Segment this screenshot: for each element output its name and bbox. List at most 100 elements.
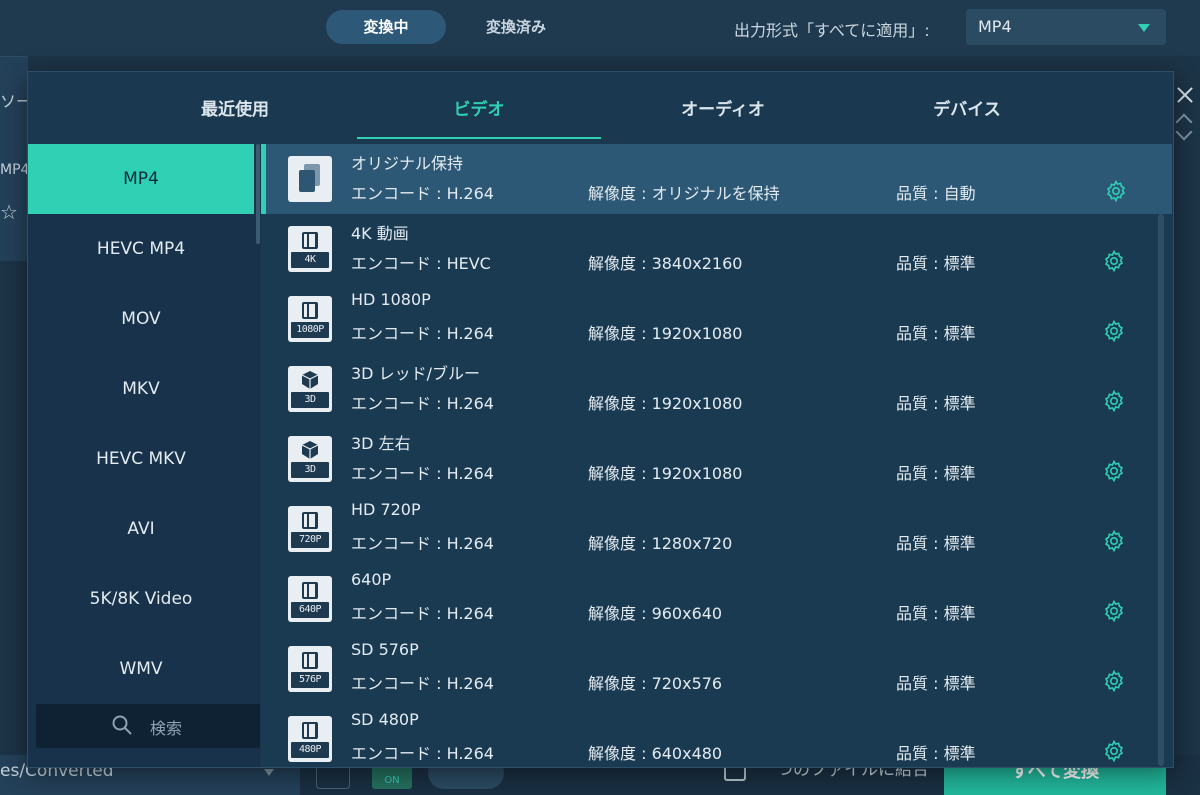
preset-row-hd-1080p[interactable]: 1080P HD 1080P エンコード : H.264 解像度 : 1920x… xyxy=(266,284,1144,354)
preset-encode: エンコード : H.264 xyxy=(351,534,494,553)
preset-resolution: 解像度 : 3840x2160 xyxy=(588,254,743,273)
sidebar-item-5k-8k-video[interactable]: 5K/8K Video xyxy=(28,564,254,634)
preset-list: オリジナル保持 エンコード : H.264 解像度 : オリジナルを保持 品質 … xyxy=(261,144,1173,767)
sidebar-item-mov[interactable]: MOV xyxy=(28,284,254,354)
preset-row-4k[interactable]: 4K 4K 動画 エンコード : HEVC 解像度 : 3840x2160 品質… xyxy=(266,214,1144,284)
tab-converted[interactable]: 変換済み xyxy=(456,10,576,44)
preset-resolution: 解像度 : 720x576 xyxy=(588,674,723,693)
gear-icon[interactable] xyxy=(1104,179,1128,203)
preset-encode: エンコード : H.264 xyxy=(351,464,494,483)
preset-row-3d-side-by-side[interactable]: 3D 3D 左右 エンコード : H.264 解像度 : 1920x1080 品… xyxy=(266,424,1144,494)
list-scrollbar[interactable] xyxy=(1158,214,1164,766)
source-label: ソー xyxy=(0,92,28,111)
preset-badge: 576P xyxy=(291,672,329,688)
original-icon xyxy=(288,156,332,202)
preset-row-3d-red-blue[interactable]: 3D 3D レッド/ブルー エンコード : H.264 解像度 : 1920x1… xyxy=(266,354,1144,424)
sidebar-item-mp4[interactable]: MP4 xyxy=(28,144,254,214)
tab-recent[interactable]: 最近使用 xyxy=(113,86,357,136)
preset-name: HD 1080P xyxy=(351,290,431,309)
preset-quality: 品質 : 標準 xyxy=(896,534,976,553)
tab-device[interactable]: デバイス xyxy=(845,86,1089,136)
gear-icon[interactable] xyxy=(1102,529,1126,553)
preset-resolution: 解像度 : 1280x720 xyxy=(588,534,733,553)
close-icon[interactable] xyxy=(1174,84,1196,106)
preset-name: 3D 左右 xyxy=(351,434,411,453)
preset-name: SD 480P xyxy=(351,710,419,729)
search-icon xyxy=(112,715,132,735)
preset-resolution: 解像度 : 1920x1080 xyxy=(588,324,743,343)
preset-name: HD 720P xyxy=(351,500,421,519)
preset-badge: 4K xyxy=(291,252,329,268)
format-tabs: 最近使用 ビデオ オーディオ デバイス xyxy=(28,72,1173,144)
preset-row-sd-480p[interactable]: 480P SD 480P エンコード : H.264 解像度 : 640x480… xyxy=(266,704,1144,767)
format-search-input[interactable]: 検索 xyxy=(36,704,260,748)
preset-quality: 品質 : 標準 xyxy=(896,394,976,413)
preset-name: オリジナル保持 xyxy=(351,154,464,173)
gear-icon[interactable] xyxy=(1102,599,1126,623)
preset-badge: 3D xyxy=(291,392,329,408)
preset-row-original[interactable]: オリジナル保持 エンコード : H.264 解像度 : オリジナルを保持 品質 … xyxy=(266,144,1172,214)
tab-converting[interactable]: 変換中 xyxy=(326,10,446,44)
gear-icon[interactable] xyxy=(1102,319,1126,343)
sidebar-item-hevc-mp4[interactable]: HEVC MP4 xyxy=(28,214,254,284)
preset-row-640p[interactable]: 640P 640P エンコード : H.264 解像度 : 960x640 品質… xyxy=(266,564,1144,634)
preset-resolution: 解像度 : 1920x1080 xyxy=(588,394,743,413)
preset-name: 640P xyxy=(351,570,392,589)
sidebar-scrollbar[interactable] xyxy=(256,144,260,244)
chevron-down-icon[interactable] xyxy=(1175,123,1193,141)
preset-row-sd-576p[interactable]: 576P SD 576P エンコード : H.264 解像度 : 720x576… xyxy=(266,634,1144,704)
gear-icon[interactable] xyxy=(1102,739,1126,763)
preset-encode: エンコード : H.264 xyxy=(351,604,494,623)
top-bar: 変換中 変換済み 出力形式「すべてに適用」: MP4 xyxy=(0,0,1200,56)
sidebar-item-mkv[interactable]: MKV xyxy=(28,354,254,424)
sidebar-item-avi[interactable]: AVI xyxy=(28,494,254,564)
preset-resolution: 解像度 : オリジナルを保持 xyxy=(588,184,780,203)
gear-icon[interactable] xyxy=(1102,669,1126,693)
gear-icon[interactable] xyxy=(1102,389,1126,413)
preset-row-hd-720p[interactable]: 720P HD 720P エンコード : H.264 解像度 : 1280x72… xyxy=(266,494,1144,564)
output-format-value: MP4 xyxy=(978,17,1012,36)
file-format-label: MP4 xyxy=(0,162,28,178)
film-icon: 4K xyxy=(288,226,332,272)
preset-encode: エンコード : H.264 xyxy=(351,184,494,203)
preset-encode: エンコード : H.264 xyxy=(351,394,494,413)
toggle-state: ON xyxy=(384,775,400,786)
preset-badge: 3D xyxy=(291,462,329,478)
preset-encode: エンコード : HEVC xyxy=(351,254,491,273)
chevron-down-icon xyxy=(1138,24,1150,32)
preset-quality: 品質 : 標準 xyxy=(896,674,976,693)
preset-encode: エンコード : H.264 xyxy=(351,744,494,763)
search-placeholder: 検索 xyxy=(150,719,183,738)
film-icon: 640P xyxy=(288,576,332,622)
star-icon[interactable]: ☆ xyxy=(0,200,24,224)
output-format-label: 出力形式「すべてに適用」: xyxy=(734,21,930,40)
preset-badge: 480P xyxy=(291,742,329,758)
preset-resolution: 解像度 : 1920x1080 xyxy=(588,464,743,483)
tab-audio[interactable]: オーディオ xyxy=(601,86,845,136)
preset-name: SD 576P xyxy=(351,640,419,659)
preset-quality: 品質 : 自動 xyxy=(896,184,976,203)
preset-quality: 品質 : 標準 xyxy=(896,324,976,343)
preset-quality: 品質 : 標準 xyxy=(896,744,976,763)
preset-badge: 720P xyxy=(291,532,329,548)
film-icon: 576P xyxy=(288,646,332,692)
format-sidebar: MP4 HEVC MP4 MOV MKV HEVC MKV AVI 5K/8K … xyxy=(28,144,260,767)
tab-video[interactable]: ビデオ xyxy=(357,86,601,139)
preset-encode: エンコード : H.264 xyxy=(351,324,494,343)
sidebar-item-wmv[interactable]: WMV xyxy=(28,634,254,704)
preset-name: 3D レッド/ブルー xyxy=(351,364,480,383)
sidebar-item-hevc-mkv[interactable]: HEVC MKV xyxy=(28,424,254,494)
gear-icon[interactable] xyxy=(1102,459,1126,483)
format-picker-modal: 最近使用 ビデオ オーディオ デバイス MP4 HEVC MP4 MOV MKV… xyxy=(27,71,1174,768)
chevron-down-icon xyxy=(264,769,274,776)
source-panel xyxy=(0,56,28,261)
preset-encode: エンコード : H.264 xyxy=(351,674,494,693)
film-icon: 720P xyxy=(288,506,332,552)
preset-badge: 640P xyxy=(291,602,329,618)
output-format-select[interactable]: MP4 xyxy=(966,9,1166,45)
preset-quality: 品質 : 標準 xyxy=(896,604,976,623)
cube-icon: 3D xyxy=(288,436,332,482)
preset-quality: 品質 : 標準 xyxy=(896,254,976,273)
film-icon: 1080P xyxy=(288,296,332,342)
gear-icon[interactable] xyxy=(1102,249,1126,273)
